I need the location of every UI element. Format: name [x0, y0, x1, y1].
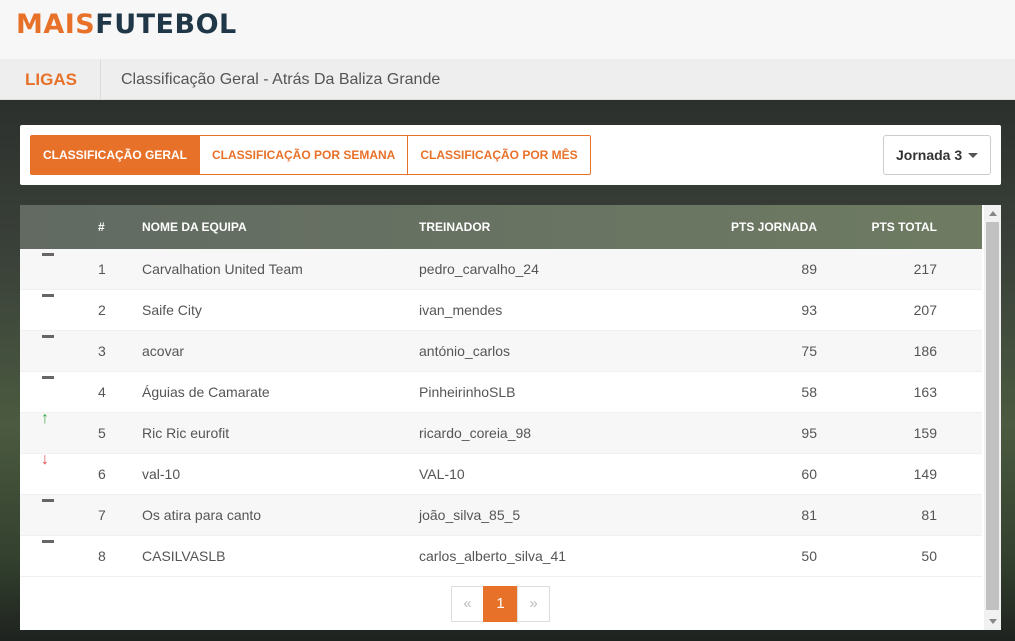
col-header-pts-total: PTS Total [871, 220, 937, 234]
pts-round-cell: 60 [801, 466, 817, 482]
coach-cell: carlos_alberto_silva_41 [419, 548, 567, 564]
coach-cell: VAL-10 [419, 466, 465, 482]
table-body: 1 Carvalhation United Team pedro_carvalho_… [20, 249, 982, 577]
position-cell: 8 [98, 548, 106, 564]
coach-cell: joão_silva_85_5 [419, 507, 521, 523]
pts-total-cell: 186 [913, 343, 937, 359]
pts-round-cell: 75 [801, 343, 817, 359]
arrow-down-icon: ↓ [41, 451, 49, 468]
standings-table: # Nome da Equipa Treinador PTS Jornada P… [20, 205, 1001, 630]
pts-round-cell: 89 [801, 261, 817, 277]
table-row[interactable]: 8 CASILVASLB carlos_alberto_silva_41 50 50 [20, 536, 982, 577]
pts-total-cell: 149 [913, 466, 937, 482]
no-change-icon [41, 372, 55, 384]
col-header-position: # [98, 220, 105, 234]
col-header-pts-round: PTS Jornada [730, 220, 817, 234]
no-change-icon [41, 331, 55, 343]
table-row[interactable]: 1 Carvalhation United Team pedro_carvalho_… [20, 249, 982, 290]
position-cell: 7 [98, 507, 106, 523]
logo-part-futebol: FUTEBOL [95, 9, 237, 40]
pts-total-cell: 81 [921, 507, 937, 523]
arrow-up-icon: ↑ [41, 410, 49, 427]
position-cell: 6 [98, 466, 106, 482]
table-row[interactable]: 4 Águias de Camarate PinheirinhoSLB 58 163 [20, 372, 982, 413]
table-row[interactable]: ↓ 6 val-10 VAL-10 60 149 [20, 451, 982, 495]
pts-total-cell: 217 [913, 261, 937, 277]
no-change-icon [41, 290, 55, 302]
maisfutebol-logo[interactable]: MAISFUTEBOL [16, 9, 237, 41]
page-title: Classificação Geral - Atrás Da Baliza Gr… [121, 71, 441, 88]
table-row[interactable]: 7 Os atira para canto joão_silva_85_5 81 81 [20, 495, 982, 536]
table-row[interactable]: ↑ 5 Ric Ric eurofit ricardo_coreia_98 95 159 [20, 410, 982, 454]
pts-round-cell: 93 [801, 302, 817, 318]
col-header-team: Nome da Equipa [142, 220, 247, 234]
round-select-value: Jornada 3 [896, 147, 963, 163]
logo-part-mais: MAIS [16, 9, 96, 40]
position-cell: 1 [98, 261, 106, 277]
ranking-tabs: Classificação Geral Classificação por Se… [30, 135, 591, 175]
pagination-next-button[interactable]: » [517, 586, 550, 622]
pts-round-cell: 81 [801, 507, 817, 523]
vertical-scrollbar[interactable] [984, 205, 1001, 630]
section-bar: LIGAS Classificação Geral - Atrás Da Bal… [0, 59, 1015, 100]
pts-round-cell: 58 [801, 384, 817, 400]
pts-round-cell: 50 [801, 548, 817, 564]
no-change-icon [41, 249, 55, 261]
coach-cell: ricardo_coreia_98 [419, 425, 532, 441]
table-row[interactable]: 2 Saife City ivan_mendes 93 207 [20, 290, 982, 331]
team-name-cell[interactable]: Carvalhation United Team [142, 249, 303, 289]
coach-cell: pedro_carvalho_24 [419, 261, 539, 277]
tab-classificacao-por-semana[interactable]: Classificação por Semana [200, 135, 409, 175]
pts-total-cell: 163 [913, 384, 937, 400]
coach-cell: PinheirinhoSLB [419, 384, 516, 400]
pagination: « 1 » [451, 586, 550, 622]
caret-down-icon [968, 153, 978, 158]
pts-round-cell: 95 [801, 425, 817, 441]
tab-classificacao-por-mes[interactable]: Classificação por Mês [408, 135, 591, 175]
no-change-icon [41, 536, 55, 548]
top-header: MAISFUTEBOL [0, 0, 1015, 59]
ligas-link[interactable]: LIGAS [0, 59, 101, 100]
no-change-icon [41, 495, 55, 507]
position-cell: 2 [98, 302, 106, 318]
scroll-up-arrow-icon[interactable] [989, 211, 997, 216]
filter-panel: Classificação Geral Classificação por Se… [20, 125, 1001, 185]
pts-total-cell: 207 [913, 302, 937, 318]
team-name-cell[interactable]: Águias de Camarate [142, 372, 270, 412]
team-name-cell[interactable]: val-10 [142, 454, 180, 494]
round-select[interactable]: Jornada 3 [883, 135, 991, 175]
table-row[interactable]: 3 acovar antónio_carlos 75 186 [20, 331, 982, 372]
table-header: # Nome da Equipa Treinador PTS Jornada P… [20, 205, 982, 249]
team-name-cell[interactable]: acovar [142, 331, 184, 371]
scroll-down-arrow-icon[interactable] [989, 619, 997, 624]
scroll-thumb[interactable] [986, 222, 999, 610]
pts-total-cell: 159 [913, 425, 937, 441]
team-name-cell[interactable]: CASILVASLB [142, 536, 226, 576]
col-header-coach: Treinador [419, 220, 491, 234]
coach-cell: antónio_carlos [419, 343, 511, 359]
position-cell: 5 [98, 425, 106, 441]
team-name-cell[interactable]: Ric Ric eurofit [142, 413, 229, 453]
pagination-page-1[interactable]: 1 [483, 586, 518, 622]
pts-total-cell: 50 [921, 548, 937, 564]
team-name-cell[interactable]: Os atira para canto [142, 495, 261, 535]
position-cell: 4 [98, 384, 106, 400]
position-cell: 3 [98, 343, 106, 359]
pagination-prev-button[interactable]: « [451, 586, 484, 622]
team-name-cell[interactable]: Saife City [142, 290, 202, 330]
tab-classificacao-geral[interactable]: Classificação Geral [30, 135, 200, 175]
coach-cell: ivan_mendes [419, 302, 503, 318]
